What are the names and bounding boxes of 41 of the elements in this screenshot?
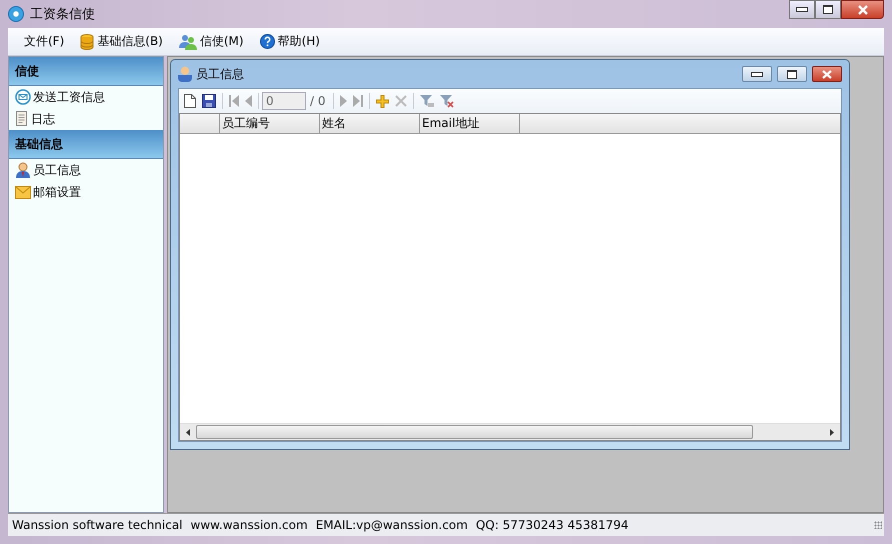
minimize-button[interactable] — [789, 0, 815, 19]
envelope-circle-icon — [15, 89, 31, 105]
menu-item[interactable]: 信使(M) — [170, 30, 252, 52]
app-icon — [8, 6, 24, 22]
database-icon — [80, 34, 94, 50]
user-icon — [178, 66, 192, 82]
close-icon — [856, 4, 868, 14]
status-text: EMAIL:vp@wanssion.com — [316, 518, 468, 532]
close-button[interactable] — [812, 66, 842, 82]
menu-item[interactable]: 帮助(H) — [252, 30, 328, 52]
maximize-button[interactable] — [815, 0, 841, 19]
status-text: QQ: 57730243 45381794 — [476, 518, 629, 532]
page-field[interactable]: 0 — [262, 92, 306, 110]
status-text: www.wanssion.com — [190, 518, 308, 532]
close-button[interactable] — [841, 0, 884, 19]
maximize-button[interactable] — [777, 66, 807, 82]
sidebar-item[interactable]: 日志 — [9, 108, 163, 130]
close-icon — [821, 70, 833, 78]
users-icon — [178, 34, 197, 50]
group-header[interactable]: 基础信息 — [9, 130, 163, 159]
group-header[interactable]: 信使 — [9, 57, 163, 86]
sidebar-item[interactable]: 员工信息 — [9, 159, 163, 181]
menu-item[interactable]: 基础信息(B) — [72, 30, 171, 52]
column-header[interactable]: Email地址 — [420, 114, 520, 133]
horizontal-scrollbar[interactable] — [180, 423, 840, 440]
window-title: 员工信息 — [196, 66, 245, 82]
scrollbar-thumb[interactable] — [196, 425, 753, 439]
document-icon — [15, 111, 29, 127]
menu-item[interactable]: 文件(F) — [16, 30, 72, 52]
user-icon — [15, 162, 31, 178]
envelope-icon — [15, 186, 31, 198]
status-text: Wanssion software technical — [12, 518, 183, 532]
page-count: / 0 — [309, 94, 326, 108]
column-header[interactable]: 员工编号 — [220, 114, 320, 133]
column-header[interactable]: 姓名 — [320, 114, 420, 133]
resize-grip-icon — [874, 521, 882, 529]
window-title: 工资条信使 — [30, 6, 96, 23]
minimize-button[interactable] — [742, 66, 772, 82]
help-icon — [260, 34, 275, 49]
sidebar-item[interactable]: 邮箱设置 — [9, 181, 163, 203]
sidebar-item[interactable]: 发送工资信息 — [9, 86, 163, 108]
